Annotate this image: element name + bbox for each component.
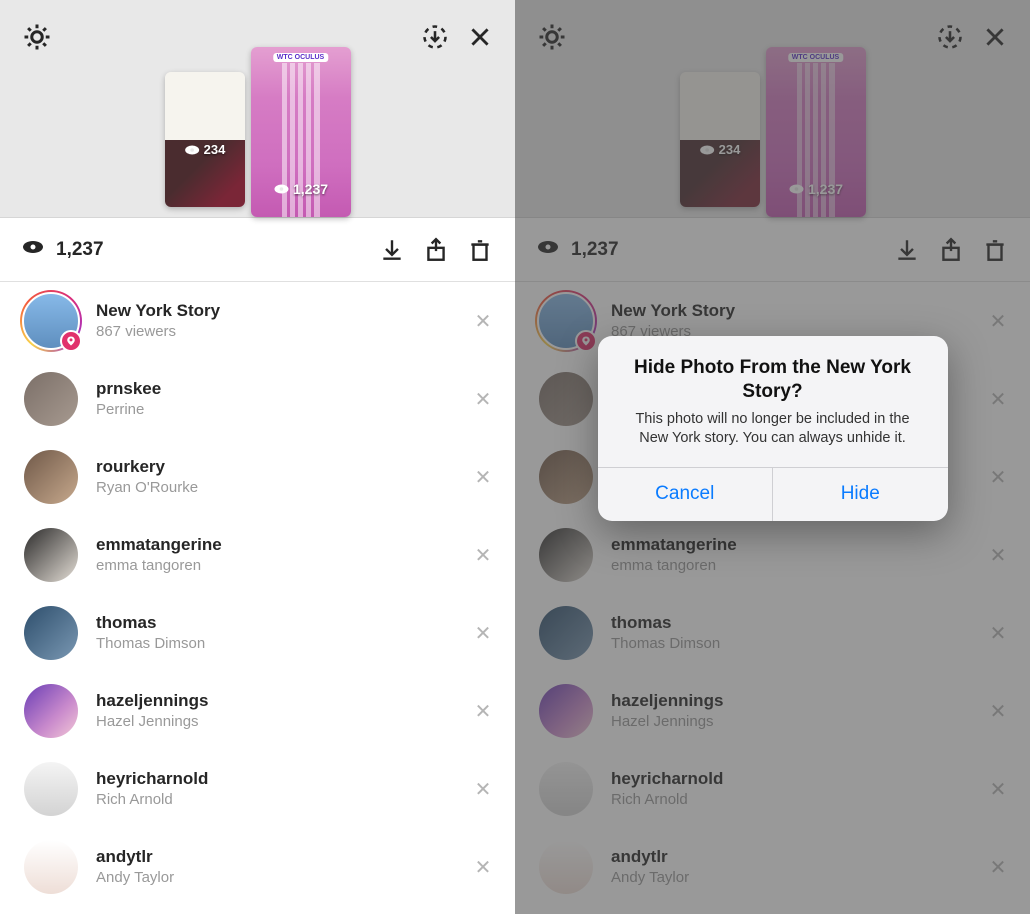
avatar — [22, 448, 80, 506]
screen-hide-dialog: 234 WTC OCULUS 1,237 1,237 — [515, 0, 1030, 914]
viewer-username: hazeljennings — [96, 691, 457, 711]
viewer-row[interactable]: rourkery Ryan O'Rourke ✕ — [0, 438, 515, 516]
avatar — [22, 682, 80, 740]
story-thumbnails: 234 WTC OCULUS 1,237 — [165, 47, 351, 217]
viewer-list: New York Story 867 viewers ✕ prnskee Perrine… — [0, 282, 515, 914]
avatar — [22, 526, 80, 584]
location-tag: WTC OCULUS — [273, 53, 328, 62]
thumb-view-count: 234 — [184, 142, 226, 157]
avatar — [22, 370, 80, 428]
avatar — [22, 838, 80, 896]
hide-viewer-button[interactable]: ✕ — [473, 621, 493, 646]
hide-viewer-button[interactable]: ✕ — [473, 465, 493, 490]
avatar — [22, 604, 80, 662]
delete-button[interactable] — [467, 237, 493, 263]
hide-photo-dialog: Hide Photo From the New York Story? This… — [598, 336, 948, 521]
viewer-username: emmatangerine — [96, 535, 457, 555]
viewer-username: prnskee — [96, 379, 457, 399]
save-all-button[interactable] — [421, 23, 449, 51]
viewer-fullname: Hazel Jennings — [96, 713, 457, 731]
viewer-row[interactable]: prnskee Perrine ✕ — [0, 360, 515, 438]
avatar — [22, 760, 80, 818]
viewer-fullname: Ryan O'Rourke — [96, 479, 457, 497]
viewer-username: andytlr — [96, 847, 457, 867]
hide-viewer-button[interactable]: ✕ — [473, 387, 493, 412]
download-button[interactable] — [379, 237, 405, 263]
location-badge-icon — [60, 330, 82, 352]
viewer-row[interactable]: heyricharnold Rich Arnold ✕ — [0, 750, 515, 828]
viewer-fullname: Perrine — [96, 401, 457, 419]
settings-button[interactable] — [22, 22, 52, 52]
close-button[interactable] — [467, 24, 493, 50]
dialog-cancel-button[interactable]: Cancel — [598, 468, 773, 521]
viewer-row[interactable]: hazeljennings Hazel Jennings ✕ — [0, 672, 515, 750]
viewer-row[interactable]: andytlr Andy Taylor ✕ — [0, 828, 515, 906]
dialog-body: This photo will no longer be included in… — [598, 408, 948, 467]
story-thumb-1[interactable]: 234 — [165, 72, 245, 207]
eye-icon — [22, 240, 44, 259]
screen-viewers: 234 WTC OCULUS 1,237 1,237 — [0, 0, 515, 914]
avatar — [22, 292, 80, 350]
hide-viewer-button[interactable]: ✕ — [473, 699, 493, 724]
viewer-username: thomas — [96, 613, 457, 633]
viewer-row[interactable]: justinaguilarJustin Aguilar✕ — [0, 906, 515, 914]
share-button[interactable] — [423, 237, 449, 263]
viewer-fullname: emma tangoren — [96, 557, 457, 575]
viewer-row[interactable]: New York Story 867 viewers ✕ — [0, 282, 515, 360]
view-count: 1,237 — [56, 239, 104, 261]
dialog-confirm-button[interactable]: Hide — [772, 468, 948, 521]
story-thumb-2-selected[interactable]: WTC OCULUS 1,237 — [251, 47, 351, 217]
hide-viewer-button[interactable]: ✕ — [473, 855, 493, 880]
viewer-fullname: 867 viewers — [96, 323, 457, 341]
viewer-fullname: Andy Taylor — [96, 869, 457, 887]
hide-viewer-button[interactable]: ✕ — [473, 309, 493, 334]
viewer-fullname: Thomas Dimson — [96, 635, 457, 653]
hide-viewer-button[interactable]: ✕ — [473, 777, 493, 802]
hide-viewer-button[interactable]: ✕ — [473, 543, 493, 568]
dialog-title: Hide Photo From the New York Story? — [598, 336, 948, 408]
viewer-fullname: Rich Arnold — [96, 791, 457, 809]
viewer-toolbar: 1,237 — [0, 218, 515, 282]
viewer-row[interactable]: thomas Thomas Dimson ✕ — [0, 594, 515, 672]
story-header: 234 WTC OCULUS 1,237 — [0, 0, 515, 218]
viewer-username: rourkery — [96, 457, 457, 477]
viewer-username: heyricharnold — [96, 769, 457, 789]
viewer-row[interactable]: emmatangerine emma tangoren ✕ — [0, 516, 515, 594]
thumb-view-count: 1,237 — [273, 181, 328, 197]
viewer-username: New York Story — [96, 301, 457, 321]
